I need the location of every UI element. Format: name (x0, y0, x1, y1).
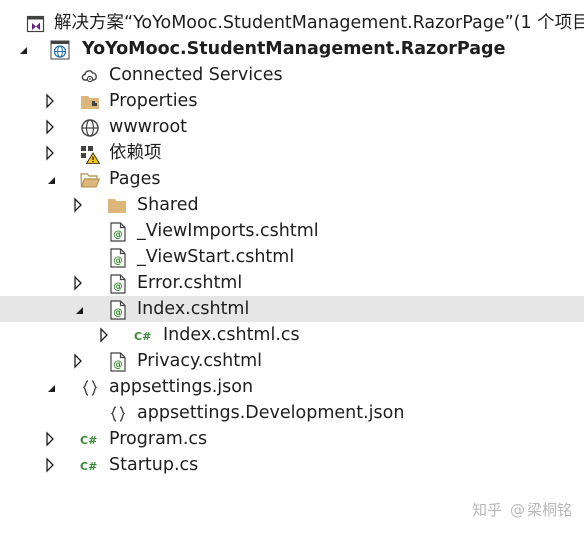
tree-row-project[interactable]: YoYoMooc.StudentManagement.RazorPage (0, 36, 584, 62)
svg-text:@: @ (113, 360, 123, 371)
tree-row-error[interactable]: @ Error.cshtml (0, 270, 584, 296)
watermark: 知乎 @ 梁桐铭 (472, 499, 572, 520)
tree-row-privacy[interactable]: @ Privacy.cshtml (0, 348, 584, 374)
tree-label: 依赖项 (109, 143, 162, 163)
svg-text:C#: C# (134, 330, 151, 343)
expand-caret-icon[interactable] (72, 348, 88, 374)
properties-folder-icon (80, 92, 99, 110)
tree-row-appsettings-development[interactable]: appsettings.Development.json (0, 400, 584, 426)
tree-label: Properties (109, 91, 198, 111)
tree-row-view-imports[interactable]: @ _ViewImports.cshtml (0, 218, 584, 244)
tree-label: _ViewStart.cshtml (137, 247, 295, 267)
watermark-at: @ (509, 501, 525, 519)
tree-row-connected-services[interactable]: Connected Services (0, 62, 584, 88)
csharp-file-icon: C# (80, 430, 98, 448)
expand-caret-icon[interactable] (72, 270, 88, 296)
expand-caret-icon[interactable] (44, 114, 60, 140)
watermark-site: 知乎 (471, 501, 502, 519)
open-folder-icon (80, 170, 100, 188)
tree-row-startup[interactable]: C# Startup.cs (0, 452, 584, 478)
solution-explorer-tree: 解决方案“YoYoMooc.StudentManagement.RazorPag… (0, 10, 584, 478)
svg-text:C#: C# (80, 460, 97, 473)
collapse-caret-icon[interactable] (16, 36, 32, 62)
cshtml-file-icon: @ (108, 248, 126, 268)
svg-text:@: @ (113, 282, 123, 293)
collapse-caret-icon[interactable] (72, 296, 88, 322)
cshtml-file-icon: @ (108, 300, 126, 320)
tree-row-pages[interactable]: Pages (0, 166, 584, 192)
expand-caret-icon[interactable] (44, 140, 60, 166)
tree-label: wwwroot (109, 117, 188, 137)
tree-label: Error.cshtml (137, 273, 243, 293)
tree-row-dependencies[interactable]: 依赖项 (0, 140, 584, 166)
tree-label: Index.cshtml.cs (163, 325, 300, 345)
watermark-author: 梁桐铭 (526, 501, 572, 519)
tree-row-properties[interactable]: Properties (0, 88, 584, 114)
web-project-icon (50, 40, 70, 60)
cshtml-file-icon: @ (108, 274, 126, 294)
cshtml-file-icon: @ (108, 352, 126, 372)
cshtml-file-icon: @ (108, 222, 126, 242)
svg-text:C#: C# (80, 434, 97, 447)
tree-label: Connected Services (109, 65, 283, 85)
csharp-file-icon: C# (80, 456, 98, 474)
dependencies-warning-icon (80, 144, 100, 164)
svg-text:@: @ (113, 256, 123, 267)
tree-label: Startup.cs (109, 455, 199, 475)
expand-caret-icon[interactable] (44, 426, 60, 452)
tree-label: Index.cshtml (137, 299, 250, 319)
tree-row-program[interactable]: C# Program.cs (0, 426, 584, 452)
solution-icon (26, 14, 45, 33)
collapse-caret-icon[interactable] (44, 166, 60, 192)
tree-row-wwwroot[interactable]: wwwroot (0, 114, 584, 140)
tree-row-solution[interactable]: 解决方案“YoYoMooc.StudentManagement.RazorPag… (0, 10, 584, 36)
svg-text:@: @ (113, 230, 123, 241)
expand-caret-icon[interactable] (44, 452, 60, 478)
tree-label: Shared (137, 195, 199, 215)
json-file-icon (80, 378, 98, 396)
csharp-file-icon: C# (134, 326, 152, 344)
project-label: YoYoMooc.StudentManagement.RazorPage (82, 39, 506, 59)
tree-row-view-start[interactable]: @ _ViewStart.cshtml (0, 244, 584, 270)
tree-label: Pages (109, 169, 161, 189)
tree-label: _ViewImports.cshtml (137, 221, 319, 241)
connected-services-icon (80, 66, 98, 84)
tree-row-index[interactable]: @ Index.cshtml (0, 296, 584, 322)
json-file-icon (108, 404, 126, 422)
tree-row-shared[interactable]: Shared (0, 192, 584, 218)
tree-row-appsettings[interactable]: appsettings.json (0, 374, 584, 400)
tree-label: appsettings.json (109, 377, 254, 397)
expand-caret-icon[interactable] (44, 88, 60, 114)
globe-icon (80, 118, 99, 137)
tree-label: appsettings.Development.json (137, 403, 405, 423)
expand-caret-icon[interactable] (98, 322, 114, 348)
tree-label: Privacy.cshtml (137, 351, 263, 371)
folder-icon (107, 196, 126, 214)
solution-label: 解决方案“YoYoMooc.StudentManagement.RazorPag… (54, 13, 584, 33)
tree-label: Program.cs (109, 429, 208, 449)
expand-caret-icon[interactable] (72, 192, 88, 218)
svg-text:@: @ (113, 308, 123, 319)
tree-row-index-cs[interactable]: C# Index.cshtml.cs (0, 322, 584, 348)
collapse-caret-icon[interactable] (44, 374, 60, 400)
